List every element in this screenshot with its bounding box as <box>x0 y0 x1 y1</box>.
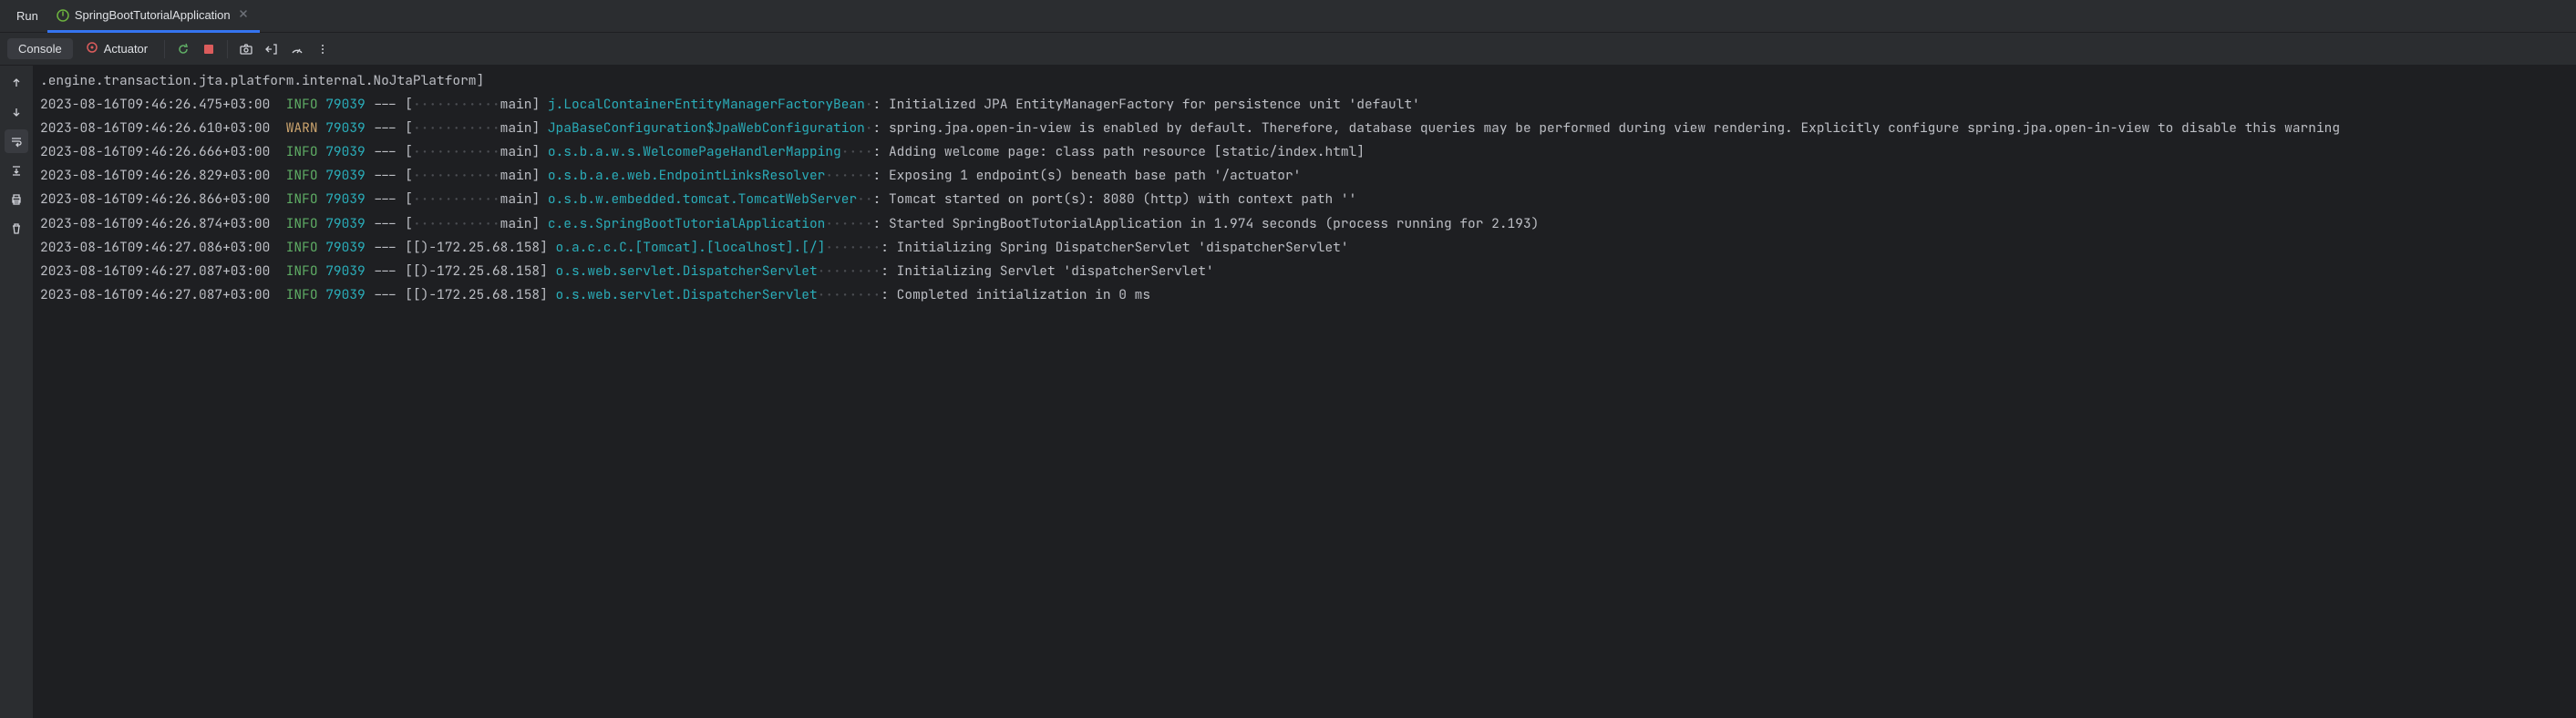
log-line: 2023-08-16T09:46:26.874+03:00 INFO 79039… <box>40 212 2569 236</box>
trash-icon[interactable] <box>5 217 28 241</box>
up-arrow-icon[interactable] <box>5 71 28 95</box>
camera-icon[interactable] <box>235 38 257 60</box>
gauge-icon[interactable] <box>286 38 308 60</box>
sub-toolbar: Console Actuator <box>0 33 2576 66</box>
log-line: 2023-08-16T09:46:27.086+03:00 INFO 79039… <box>40 236 2569 260</box>
actuator-label: Actuator <box>104 42 148 56</box>
exit-icon[interactable] <box>261 38 283 60</box>
tab-label: SpringBootTutorialApplication <box>75 8 231 22</box>
run-config-tab[interactable]: SpringBootTutorialApplication <box>47 0 260 33</box>
spring-boot-icon <box>57 9 69 22</box>
log-line: 2023-08-16T09:46:26.829+03:00 INFO 79039… <box>40 164 2569 188</box>
print-icon[interactable] <box>5 188 28 211</box>
actuator-icon <box>86 41 98 56</box>
tab-console[interactable]: Console <box>7 38 73 59</box>
log-line: 2023-08-16T09:46:27.087+03:00 INFO 79039… <box>40 283 2569 307</box>
stop-button[interactable] <box>198 38 220 60</box>
down-arrow-icon[interactable] <box>5 100 28 124</box>
log-line: .engine.transaction.jta.platform.interna… <box>40 69 2569 93</box>
console-gutter <box>0 66 33 718</box>
log-line: 2023-08-16T09:46:26.666+03:00 INFO 79039… <box>40 140 2569 164</box>
log-line: 2023-08-16T09:46:26.610+03:00 WARN 79039… <box>40 117 2569 140</box>
scroll-to-end-icon[interactable] <box>5 159 28 182</box>
divider <box>164 40 165 58</box>
run-label: Run <box>7 9 47 23</box>
log-line: 2023-08-16T09:46:26.866+03:00 INFO 79039… <box>40 188 2569 211</box>
main-area: .engine.transaction.jta.platform.interna… <box>0 66 2576 718</box>
log-line: 2023-08-16T09:46:27.087+03:00 INFO 79039… <box>40 260 2569 283</box>
rerun-button[interactable] <box>172 38 194 60</box>
log-line: 2023-08-16T09:46:26.475+03:00 INFO 79039… <box>40 93 2569 117</box>
divider <box>227 40 228 58</box>
tab-actuator[interactable]: Actuator <box>77 37 157 60</box>
close-icon[interactable] <box>236 6 251 24</box>
top-toolbar: Run SpringBootTutorialApplication <box>0 0 2576 33</box>
soft-wrap-icon[interactable] <box>5 129 28 153</box>
more-icon[interactable] <box>312 38 334 60</box>
console-output[interactable]: .engine.transaction.jta.platform.interna… <box>33 66 2576 718</box>
